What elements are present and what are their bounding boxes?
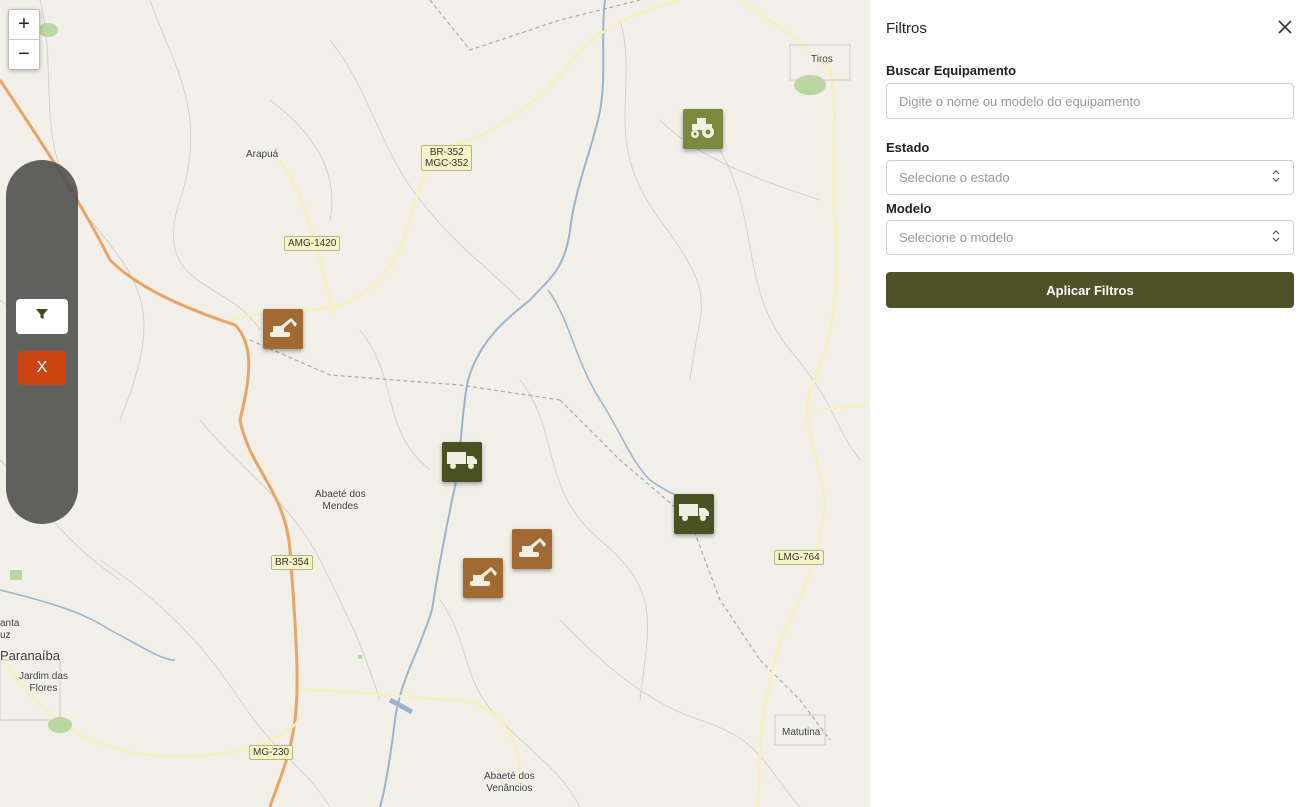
- equipment-marker-excavator[interactable]: [512, 529, 552, 569]
- state-select[interactable]: Selecione o estado: [886, 160, 1294, 195]
- state-select-value: Selecione o estado: [899, 170, 1010, 185]
- filter-icon: [35, 307, 49, 326]
- place-label-paranaiba: Paranaíba: [0, 648, 60, 663]
- search-equipment-label: Buscar Equipamento: [886, 63, 1017, 78]
- close-map-button[interactable]: X: [18, 351, 66, 385]
- equipment-marker-excavator[interactable]: [463, 558, 503, 598]
- tractor-icon: [687, 115, 719, 144]
- filter-panel: Filtros Buscar Equipamento Estado Seleci…: [870, 0, 1306, 807]
- zoom-in-button[interactable]: +: [9, 10, 39, 39]
- road-shield-mg-230: MG-230: [249, 745, 294, 760]
- place-label-line: Abaeté dos: [315, 489, 366, 500]
- chevron-up-down-icon: [1271, 169, 1281, 186]
- place-label-abaete-dos-mendes: Abaeté dos Mendes: [315, 489, 366, 513]
- close-panel-button[interactable]: [1274, 18, 1296, 40]
- map-side-toolbar: [6, 160, 78, 524]
- state-label: Estado: [886, 140, 930, 155]
- equipment-marker-truck[interactable]: [674, 494, 714, 534]
- place-label-abaete-dos-venancios: Abaeté dos Venâncios: [484, 771, 535, 795]
- place-label-line: Jardim das: [19, 671, 68, 682]
- filter-panel-title: Filtros: [886, 20, 927, 37]
- place-label-santa-luz: anta uz: [0, 618, 19, 642]
- place-label-jardim-das-flores: Jardim das Flores: [19, 671, 68, 695]
- chevron-up-down-icon: [1271, 229, 1281, 246]
- road-shield-lmg-764: LMG-764: [774, 550, 824, 565]
- apply-filters-button[interactable]: Aplicar Filtros: [886, 272, 1294, 308]
- place-label-tiros: Tiros: [811, 54, 833, 65]
- place-label-line: Venâncios: [486, 783, 533, 794]
- road-shield-amg-1420: AMG-1420: [284, 236, 341, 251]
- map-area[interactable]: Tiros Arapuá Abaeté dos Mendes anta uz P…: [0, 0, 870, 807]
- excavator-icon: [467, 563, 499, 594]
- road-shield-line: MGC-352: [425, 158, 469, 169]
- excavator-icon: [516, 534, 548, 565]
- map-base-layer: [0, 0, 870, 807]
- equipment-marker-tractor[interactable]: [683, 109, 723, 149]
- close-icon: [1278, 19, 1292, 39]
- truck-icon: [678, 502, 710, 527]
- zoom-out-button[interactable]: −: [9, 39, 39, 69]
- filter-toggle-button[interactable]: [16, 299, 68, 334]
- place-label-arapua: Arapuá: [246, 149, 279, 160]
- road-shield-br-354: BR-354: [271, 555, 313, 570]
- model-select[interactable]: Selecione o modelo: [886, 220, 1294, 255]
- equipment-marker-truck[interactable]: [442, 442, 482, 482]
- place-label-line: Abaeté dos: [484, 771, 535, 782]
- place-label-line: uz: [0, 630, 11, 641]
- place-label-line: anta: [0, 618, 20, 629]
- road-shield-br-352: BR-352 MGC-352: [421, 145, 473, 171]
- model-select-value: Selecione o modelo: [899, 230, 1014, 245]
- equipment-marker-excavator[interactable]: [263, 309, 303, 349]
- place-label-matutina: Matutina: [782, 727, 821, 738]
- road-shield-line: BR-352: [429, 147, 464, 158]
- place-label-line: Flores: [29, 683, 58, 694]
- zoom-control: + −: [8, 9, 40, 70]
- place-label-line: Mendes: [322, 501, 359, 512]
- search-equipment-input[interactable]: [886, 83, 1294, 119]
- truck-icon: [446, 450, 478, 475]
- excavator-icon: [267, 314, 299, 345]
- model-label: Modelo: [886, 201, 932, 216]
